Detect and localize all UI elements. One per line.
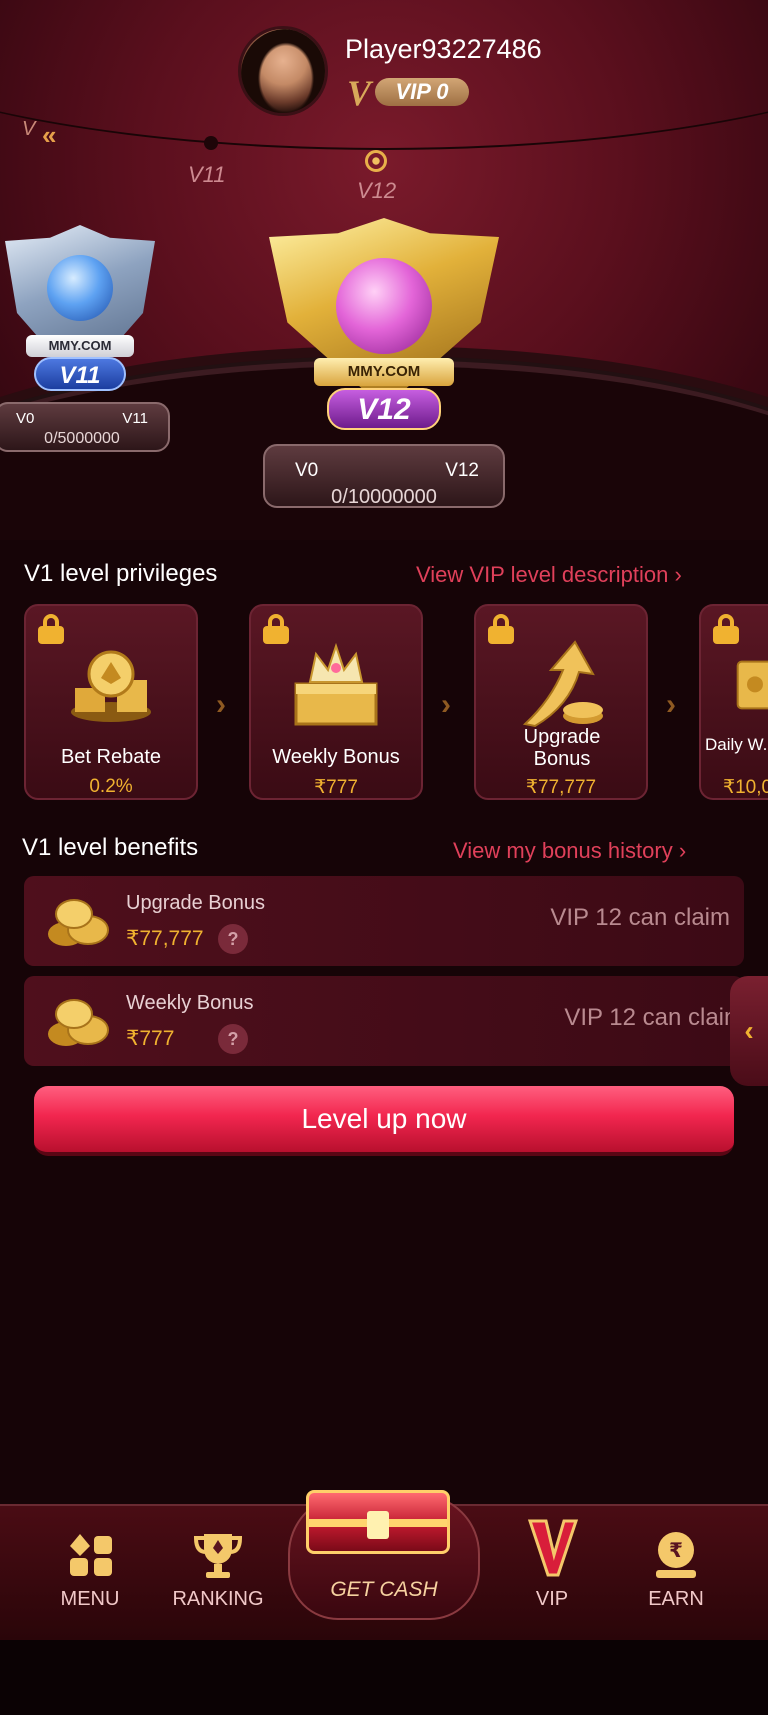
range-low: V0 [16, 410, 35, 427]
nav-earn[interactable]: ₹ EARN [616, 1524, 736, 1624]
nav-menu[interactable]: MENU [30, 1524, 150, 1624]
chevron-left-icon: ‹ [744, 1015, 754, 1046]
benefit-row[interactable]: Weekly Bonus ₹777 ? VIP 12 can claim [24, 976, 744, 1066]
level-label-v11[interactable]: V11 [188, 162, 226, 188]
crown-chest-icon [294, 642, 378, 726]
privilege-card[interactable]: Daily W... L... ₹10,0... [699, 604, 768, 800]
upgrade-arrow-icon [522, 640, 603, 728]
range-low: V0 [295, 460, 319, 481]
range-high: V12 [445, 460, 479, 481]
nav-label: EARN [648, 1588, 704, 1610]
privilege-card[interactable]: Upgrade Bonus ₹77,777 [474, 604, 648, 800]
vip-v-icon [527, 1519, 579, 1577]
vip-level-pill: VIP 0 [375, 78, 469, 106]
help-icon[interactable]: ? [218, 924, 248, 954]
benefit-name: Upgrade Bonus [126, 892, 265, 914]
privileges-carousel[interactable]: Bet Rebate 0.2% › Weekly Bonus ₹777 › Up… [0, 604, 768, 800]
vip-v-letter: V [347, 73, 372, 113]
badge-progress-plate-v11: V0 V11 0/5000000 [0, 402, 170, 452]
badge-v12[interactable]: MMY.COM V12 [248, 218, 520, 430]
nav-vip[interactable]: VIP [492, 1519, 612, 1624]
benefit-value: ₹777 [126, 1027, 175, 1050]
chevron-right-icon: › [441, 688, 451, 721]
benefits-title: V1 level benefits [22, 834, 199, 861]
benefit-value: ₹77,777 [126, 927, 204, 950]
nav-label: RANKING [172, 1588, 264, 1610]
vip-description-link[interactable]: View VIP level description › [416, 562, 682, 588]
username: Player93227486 [345, 34, 542, 64]
help-icon[interactable]: ? [218, 1024, 248, 1054]
privilege-card[interactable]: Weekly Bonus ₹777 [249, 604, 423, 800]
treasure-chest-icon [306, 1490, 450, 1554]
vip-description-link-label: View VIP level description [416, 562, 669, 587]
privilege-label: Upgrade Bonus [523, 726, 601, 770]
nav-label: VIP [535, 1588, 569, 1610]
benefit-name: Weekly Bonus [126, 992, 254, 1014]
gold-coins-icon [48, 999, 109, 1046]
badge-level-label: V11 [34, 357, 126, 391]
privilege-label: Bet Rebate [60, 746, 162, 768]
system-bar-area [0, 1640, 768, 1715]
avatar-hair [241, 29, 325, 113]
privilege-value: 0.2% [89, 776, 133, 797]
privilege-value: ₹777 [314, 777, 358, 798]
level-dot-v11 [204, 136, 218, 150]
nav-ranking[interactable]: RANKING [158, 1524, 278, 1624]
benefit-claim-status: VIP 12 can claim [564, 1004, 744, 1031]
avatar[interactable] [238, 26, 328, 116]
chevron-right-icon: › [216, 688, 226, 721]
privileges-title: V1 level privileges [24, 560, 218, 587]
svg-text:₹: ₹ [669, 1538, 683, 1562]
badge-brand: MMY.COM [314, 358, 454, 386]
chevron-right-icon: › [666, 688, 676, 721]
trophy-icon [193, 1534, 243, 1578]
level-label-v12[interactable]: V12 [357, 178, 396, 204]
menu-grid-icon [70, 1534, 112, 1576]
range-high: V11 [122, 410, 148, 427]
privilege-card[interactable]: Bet Rebate 0.2% [24, 604, 198, 800]
rupee-coin-icon: ₹ [656, 1532, 696, 1578]
level-up-button[interactable]: Level up now [34, 1086, 734, 1156]
bonus-history-link[interactable]: View my bonus history › [453, 838, 686, 864]
progress-value: 0/10000000 [331, 486, 437, 508]
chevron-right-icon: › [674, 562, 682, 587]
badge-progress-plate-v12: V0 V12 0/10000000 [263, 444, 505, 508]
benefit-claim-status: VIP 12 can claim [550, 904, 730, 931]
vip-hero: Player93227486 V VIP 0 V « V11 V12 MMY.C… [0, 0, 768, 540]
side-drawer-tab[interactable]: ‹ [730, 976, 768, 1086]
track-back-label: V [22, 118, 36, 140]
gold-coins-icon [48, 899, 109, 946]
badge-brand: MMY.COM [26, 335, 134, 357]
coin-stack-icon [71, 650, 151, 722]
badge-v11[interactable]: MMY.COM V11 [0, 225, 170, 395]
club-gem-icon [47, 255, 113, 321]
bonus-history-link-label: View my bonus history [453, 838, 673, 863]
privilege-label: Weekly Bonus [272, 746, 400, 768]
vip-level-badge: V VIP 0 [347, 73, 471, 113]
privilege-value: ₹77,777 [525, 777, 597, 798]
privilege-label: Daily W... L... [705, 735, 768, 754]
track-back-button[interactable]: V « [22, 118, 68, 150]
progress-value: 0/5000000 [44, 430, 120, 447]
nav-label: MENU [60, 1588, 120, 1610]
safe-icon [736, 660, 768, 710]
privilege-value: ₹10,0... [723, 777, 768, 798]
benefit-row[interactable]: Upgrade Bonus ₹77,777 ? VIP 12 can claim [24, 876, 744, 966]
chevron-right-icon: › [678, 838, 687, 863]
nav-get-cash-label: GET CASH [330, 1578, 438, 1601]
level-dot-v12-current [365, 150, 387, 172]
double-chevron-left-icon: « [42, 120, 57, 150]
spade-gem-icon [336, 258, 432, 354]
badge-level-label: V12 [327, 388, 441, 430]
